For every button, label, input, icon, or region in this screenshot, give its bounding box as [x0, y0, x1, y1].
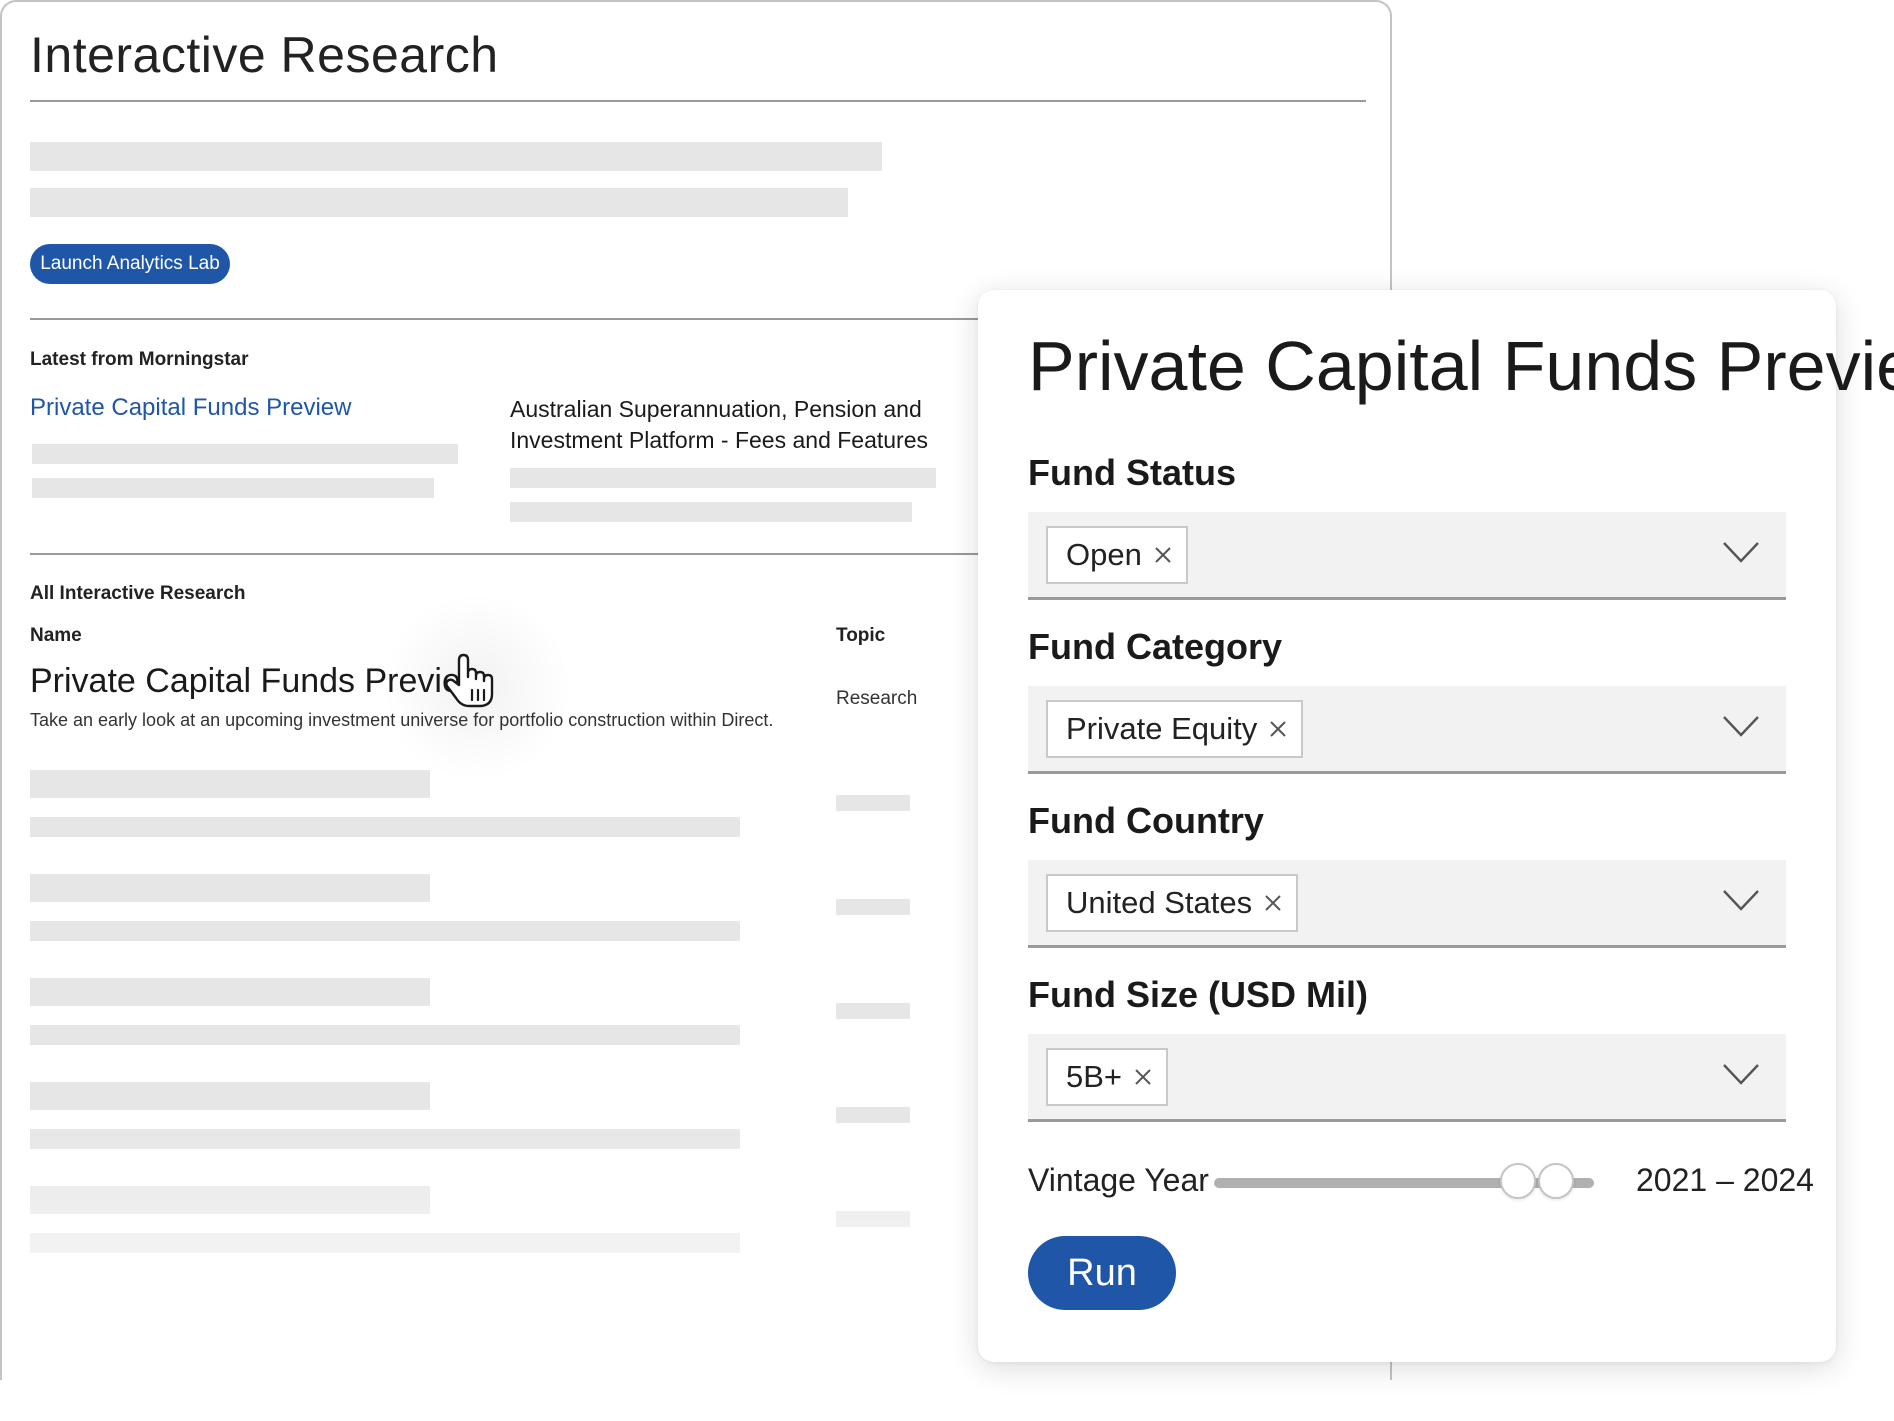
- private-capital-filter-panel: Private Capital Funds Preview Fund Statu…: [978, 290, 1894, 1362]
- text-placeholder: [30, 188, 848, 217]
- chip-label: Private Equity: [1066, 711, 1258, 746]
- text-placeholder: [836, 1107, 910, 1123]
- close-icon[interactable]: [1132, 1066, 1154, 1088]
- text-placeholder: [30, 978, 430, 1006]
- title-divider: [30, 100, 1366, 102]
- close-icon[interactable]: [1152, 544, 1174, 566]
- latest-section-heading: Latest from Morningstar: [30, 349, 249, 370]
- chevron-down-icon[interactable]: [1722, 540, 1760, 564]
- fund-country-select[interactable]: United States: [1028, 860, 1786, 948]
- fund-size-select[interactable]: 5B+: [1028, 1034, 1786, 1122]
- text-placeholder: [30, 1233, 740, 1253]
- fund-country-label: Fund Country: [1028, 800, 1264, 841]
- fund-country-chip: United States: [1046, 874, 1299, 932]
- text-placeholder: [836, 795, 910, 811]
- text-placeholder: [510, 502, 912, 522]
- text-placeholder: [836, 899, 910, 915]
- slider-handle-max[interactable]: [1538, 1163, 1574, 1199]
- vintage-year-value: 2021 – 2024: [1636, 1162, 1814, 1198]
- text-placeholder: [32, 478, 434, 498]
- text-placeholder: [836, 1003, 910, 1019]
- text-placeholder: [30, 1129, 740, 1149]
- research-row-description: Take an early look at an upcoming invest…: [30, 710, 774, 730]
- text-placeholder: [30, 921, 740, 941]
- column-header-name[interactable]: Name: [30, 625, 82, 647]
- latest-item-link[interactable]: Australian Superannuation, Pension and I…: [510, 394, 930, 456]
- launch-analytics-lab-button[interactable]: Launch Analytics Lab: [30, 244, 230, 284]
- text-placeholder: [30, 1082, 430, 1110]
- vintage-year-label: Vintage Year: [1028, 1162, 1209, 1198]
- vintage-year-slider[interactable]: [1214, 1163, 1594, 1199]
- close-icon[interactable]: [1267, 718, 1289, 740]
- fund-category-select[interactable]: Private Equity: [1028, 686, 1786, 774]
- fund-status-label: Fund Status: [1028, 452, 1236, 493]
- page-title: Interactive Research: [30, 27, 499, 83]
- chip-label: Open: [1066, 537, 1142, 572]
- fund-category-chip: Private Equity: [1046, 700, 1304, 758]
- text-placeholder: [510, 468, 936, 488]
- chevron-down-icon[interactable]: [1722, 714, 1760, 738]
- all-research-heading: All Interactive Research: [30, 583, 246, 604]
- research-row-title-link[interactable]: Private Capital Funds Preview: [30, 662, 485, 701]
- research-row-topic: Research: [836, 688, 918, 709]
- text-placeholder: [836, 1211, 910, 1227]
- close-icon[interactable]: [1262, 892, 1284, 914]
- text-placeholder: [30, 1025, 740, 1045]
- column-header-topic[interactable]: Topic: [836, 625, 885, 647]
- chip-label: 5B+: [1066, 1059, 1123, 1094]
- panel-title: Private Capital Funds Preview: [1028, 327, 1894, 405]
- fund-status-select[interactable]: Open: [1028, 512, 1786, 600]
- chip-label: United States: [1066, 885, 1253, 920]
- fund-size-chip: 5B+: [1046, 1048, 1169, 1106]
- fund-status-chip: Open: [1046, 526, 1188, 584]
- text-placeholder: [30, 874, 430, 902]
- latest-item-link[interactable]: Private Capital Funds Preview: [30, 394, 351, 422]
- text-placeholder: [30, 1186, 430, 1214]
- chevron-down-icon[interactable]: [1722, 1062, 1760, 1086]
- fund-category-label: Fund Category: [1028, 626, 1283, 667]
- text-placeholder: [32, 444, 458, 464]
- text-placeholder: [30, 142, 882, 171]
- slider-handle-min[interactable]: [1500, 1163, 1536, 1199]
- fund-size-label: Fund Size (USD Mil): [1028, 974, 1368, 1015]
- chevron-down-icon[interactable]: [1722, 888, 1760, 912]
- text-placeholder: [30, 770, 430, 798]
- text-placeholder: [30, 817, 740, 837]
- run-button[interactable]: Run: [1028, 1236, 1176, 1310]
- hand-pointer-icon: [445, 653, 494, 708]
